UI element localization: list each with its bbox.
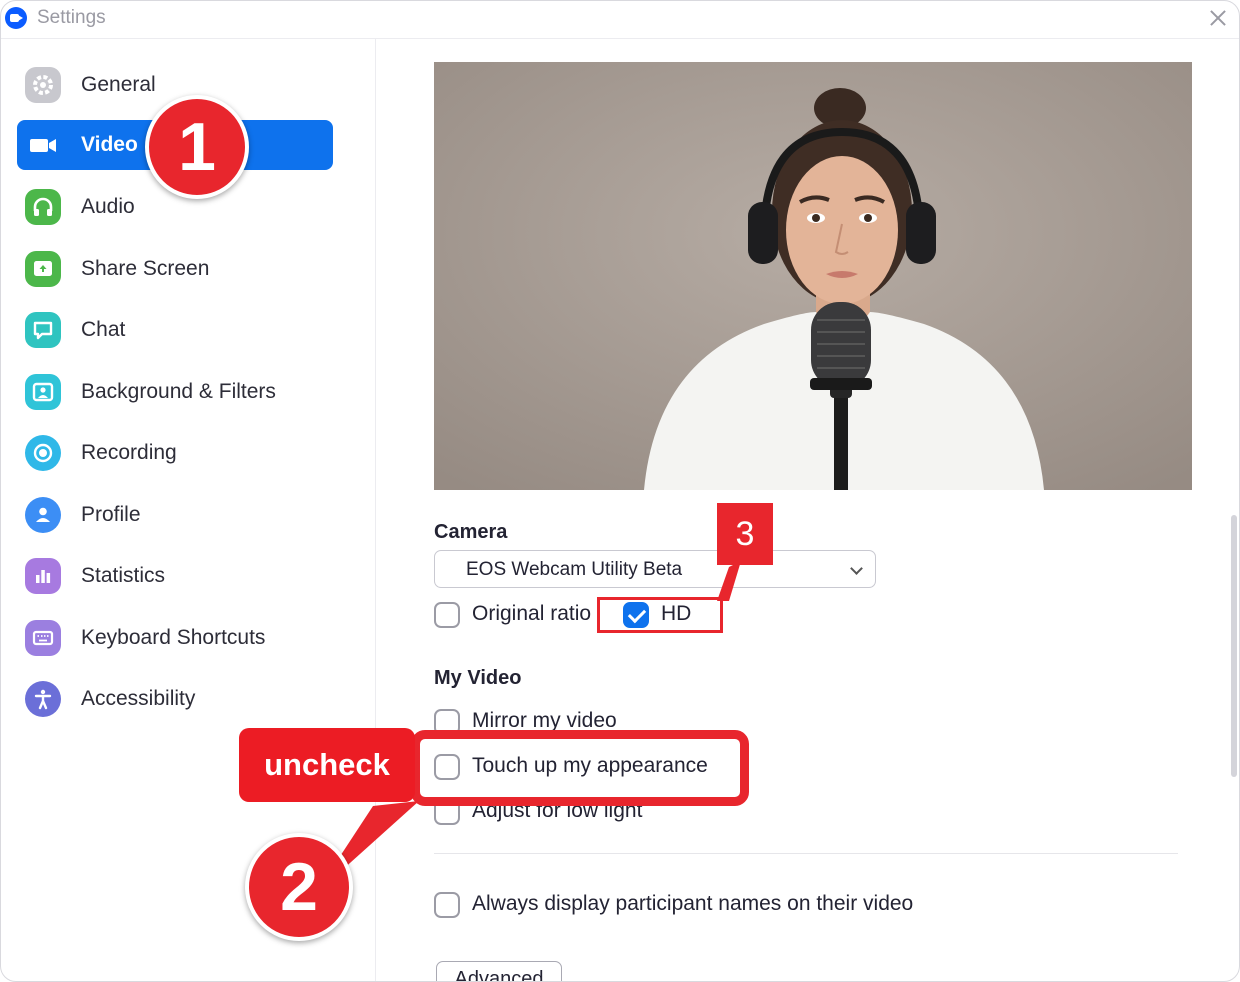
sidebar-item-label: Accessibility <box>81 687 196 710</box>
sidebar-item-statistics[interactable]: Statistics <box>17 551 333 601</box>
sidebar-item-recording[interactable]: Recording <box>17 428 333 478</box>
sidebar-item-label: Profile <box>81 503 141 526</box>
title-bar: Settings <box>1 1 1239 39</box>
gear-icon <box>25 67 61 103</box>
sidebar-item-label: Statistics <box>81 564 166 587</box>
zoom-app-icon <box>5 7 27 29</box>
sidebar-item-share-screen[interactable]: Share Screen <box>17 244 333 294</box>
portrait-icon <box>25 374 61 410</box>
headphones-icon <box>25 189 61 225</box>
video-camera-icon <box>25 127 61 163</box>
keyboard-icon <box>25 620 61 656</box>
window-title: Settings <box>37 7 106 28</box>
sidebar-item-label: Video <box>81 133 138 156</box>
step-1-badge: 1 <box>145 95 249 199</box>
bar-chart-icon <box>25 558 61 594</box>
chevron-down-icon <box>850 562 863 575</box>
sidebar-item-keyboard-shortcuts[interactable]: Keyboard Shortcuts <box>17 613 333 663</box>
touch-up-highlight-box <box>411 730 749 806</box>
section-divider <box>434 853 1178 854</box>
camera-select[interactable]: EOS Webcam Utility Beta <box>434 550 876 588</box>
sidebar-item-accessibility[interactable]: Accessibility <box>17 674 333 724</box>
sidebar-item-label: Chat <box>81 318 126 341</box>
checkbox-label: Always display participant names on thei… <box>472 892 914 915</box>
my-video-heading: My Video <box>434 667 522 689</box>
sidebar-item-label: Recording <box>81 441 177 464</box>
camera-select-value: EOS Webcam Utility Beta <box>466 559 683 580</box>
settings-window: Settings General Video Audio Share Scree… <box>0 0 1240 982</box>
accessibility-icon <box>25 681 61 717</box>
sidebar-item-label: Share Screen <box>81 257 210 280</box>
checkbox-label: Original ratio <box>472 602 592 625</box>
sidebar-item-label: Audio <box>81 195 135 218</box>
sidebar-item-chat[interactable]: Chat <box>17 305 333 355</box>
display-names-checkbox[interactable]: Always display participant names on thei… <box>434 889 914 919</box>
camera-heading: Camera <box>434 521 508 543</box>
record-icon <box>25 435 61 471</box>
uncheck-callout: uncheck <box>239 728 415 802</box>
step-3-badge: 3 <box>717 503 773 565</box>
user-icon <box>25 497 61 533</box>
sidebar-item-label: General <box>81 73 156 96</box>
step-2-badge: 2 <box>245 833 353 941</box>
advanced-button[interactable]: Advanced <box>436 961 562 981</box>
chat-bubble-icon <box>25 312 61 348</box>
scrollbar[interactable] <box>1231 515 1237 777</box>
sidebar-item-label: Keyboard Shortcuts <box>81 626 266 649</box>
sidebar-item-label: Background & Filters <box>81 380 276 403</box>
close-icon[interactable] <box>1205 5 1231 31</box>
sidebar-item-profile[interactable]: Profile <box>17 490 333 540</box>
original-ratio-checkbox[interactable]: Original ratio <box>434 599 599 629</box>
checkbox-box[interactable] <box>434 602 460 628</box>
video-preview <box>434 62 1192 490</box>
hd-highlight-box <box>597 597 723 633</box>
checkbox-box[interactable] <box>434 892 460 918</box>
share-screen-icon <box>25 251 61 287</box>
sidebar-item-background-filters[interactable]: Background & Filters <box>17 367 333 417</box>
